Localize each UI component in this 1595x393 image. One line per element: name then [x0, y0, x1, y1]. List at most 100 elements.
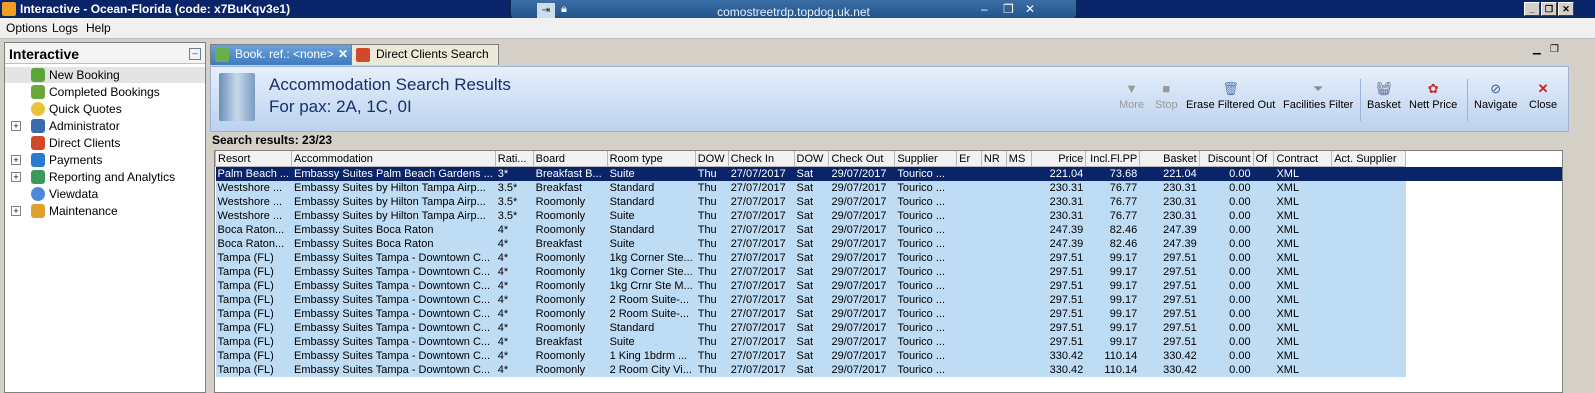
table-cell: Embassy Suites by Hilton Tampa Airp... — [291, 195, 496, 209]
menu-logs[interactable]: Logs — [52, 21, 78, 35]
sidebar-item-reporting[interactable]: + Reporting and Analytics — [5, 169, 205, 185]
table-cell: 297.51 — [1031, 279, 1087, 293]
table-cell — [956, 181, 982, 195]
collapse-icon[interactable]: – — [189, 48, 201, 60]
table-row[interactable]: Westshore ... Embassy Suites by Hilton Ta… — [215, 181, 1562, 195]
table-cell — [1331, 181, 1407, 195]
navigation-sidebar: Interactive – New Booking Completed Book… — [4, 42, 206, 393]
column-header[interactable]: DOW — [793, 151, 830, 167]
erase-filtered-out-button[interactable]: 🗑︎ Erase Filtered Out — [1186, 81, 1275, 111]
table-row[interactable]: Tampa (FL) Embassy Suites Tampa - Downtow… — [215, 251, 1562, 265]
column-header[interactable]: Incl.Fl.PP — [1085, 151, 1141, 167]
maintenance-icon — [31, 204, 45, 218]
column-header[interactable]: Basket — [1139, 151, 1200, 167]
column-header[interactable]: Er — [956, 151, 982, 167]
table-row[interactable]: Tampa (FL) Embassy Suites Tampa - Downtow… — [215, 349, 1562, 363]
table-cell: 0.00 — [1199, 209, 1254, 223]
column-header[interactable]: Contract — [1273, 151, 1333, 167]
table-cell: Roomonly — [533, 195, 608, 209]
column-header[interactable]: Resort — [215, 151, 293, 167]
table-cell: Thu — [695, 251, 729, 265]
column-header[interactable]: Accommodation — [291, 151, 496, 167]
table-cell: 29/07/2017 — [828, 349, 896, 363]
clock-icon — [31, 102, 45, 116]
navigate-button[interactable]: ⊘ Navigate — [1474, 81, 1517, 111]
sidebar-item-administrator[interactable]: + Administrator — [5, 118, 205, 134]
restore-button[interactable]: ❐ — [1541, 2, 1557, 16]
table-cell — [981, 363, 1007, 377]
sidebar-item-quick-quotes[interactable]: Quick Quotes — [5, 101, 205, 117]
nett-price-button[interactable]: ✿ Nett Price — [1409, 81, 1457, 111]
table-row[interactable]: Tampa (FL) Embassy Suites Tampa - Downtow… — [215, 293, 1562, 307]
column-header[interactable]: Act. Supplier — [1331, 151, 1407, 167]
tab-booking[interactable]: Book. ref.: <none> ✕ — [210, 44, 352, 65]
expand-icon[interactable]: + — [11, 155, 21, 165]
more-button[interactable]: ▼ More — [1119, 81, 1144, 111]
table-cell: Roomonly — [533, 307, 608, 321]
table-cell — [981, 307, 1007, 321]
close-tab-icon[interactable]: ✕ — [338, 45, 348, 64]
table-cell — [1331, 209, 1407, 223]
table-row[interactable]: Tampa (FL) Embassy Suites Tampa - Downtow… — [215, 335, 1562, 349]
main-content: Book. ref.: <none> ✕ Direct Clients Sear… — [208, 42, 1595, 393]
column-header[interactable]: Check In — [727, 151, 795, 167]
table-cell: XML — [1273, 335, 1333, 349]
rdp-restore-icon[interactable]: ❐ — [1003, 2, 1014, 16]
close-button[interactable]: ✕ Close — [1529, 81, 1557, 111]
menu-options[interactable]: Options — [6, 21, 47, 35]
table-row[interactable]: Tampa (FL) Embassy Suites Tampa - Downtow… — [215, 307, 1562, 321]
table-row[interactable]: Boca Raton... Embassy Suites Boca Raton 4*… — [215, 237, 1562, 251]
table-row[interactable]: Tampa (FL) Embassy Suites Tampa - Downtow… — [215, 363, 1562, 377]
facilities-filter-button[interactable]: ⏷ Facilities Filter — [1283, 81, 1353, 111]
panel-minimize-icon[interactable]: ▁ — [1533, 44, 1541, 55]
sidebar-item-direct-clients[interactable]: Direct Clients — [5, 135, 205, 151]
column-header[interactable]: Check Out — [828, 151, 896, 167]
table-row[interactable]: Tampa (FL) Embassy Suites Tampa - Downtow… — [215, 321, 1562, 335]
row-filler — [1405, 321, 1562, 335]
tab-direct-clients-search[interactable]: Direct Clients Search — [351, 44, 499, 65]
column-header[interactable]: Room type — [606, 151, 696, 167]
table-cell: 29/07/2017 — [828, 335, 896, 349]
rdp-minimize-icon[interactable]: – — [981, 2, 988, 16]
table-cell: Thu — [695, 223, 729, 237]
table-cell: Westshore ... — [215, 209, 293, 223]
expand-icon[interactable]: + — [11, 121, 21, 131]
table-row[interactable]: Westshore ... Embassy Suites by Hilton Ta… — [215, 209, 1562, 223]
table-cell: 297.51 — [1031, 335, 1087, 349]
results-banner: Accommodation Search Results For pax: 2A… — [210, 66, 1569, 132]
sidebar-item-completed-bookings[interactable]: Completed Bookings — [5, 84, 205, 100]
column-header[interactable]: DOW — [694, 151, 729, 167]
column-header[interactable]: MS — [1005, 151, 1032, 167]
close-window-button[interactable]: ✕ — [1558, 2, 1574, 16]
stop-button[interactable]: ■ Stop — [1155, 81, 1178, 111]
table-cell: 1kg Corner Ste... — [607, 265, 696, 279]
table-row[interactable]: Palm Beach ... Embassy Suites Palm Beach … — [215, 166, 1562, 181]
table-cell: Breakfast B... — [533, 166, 608, 181]
column-header[interactable]: Discount — [1198, 151, 1254, 167]
sidebar-item-viewdata[interactable]: Viewdata — [5, 186, 205, 202]
admin-icon — [31, 119, 45, 133]
menu-help[interactable]: Help — [86, 21, 111, 35]
basket-button[interactable]: 🧺︎ Basket — [1367, 81, 1401, 111]
column-header[interactable]: Board — [532, 151, 608, 167]
sidebar-item-maintenance[interactable]: + Maintenance — [5, 203, 205, 219]
sidebar-item-new-booking[interactable]: New Booking — [5, 67, 205, 83]
column-header[interactable]: NR — [980, 151, 1007, 167]
table-row[interactable]: Boca Raton... Embassy Suites Boca Raton 4*… — [215, 223, 1562, 237]
table-row[interactable]: Tampa (FL) Embassy Suites Tampa - Downtow… — [215, 279, 1562, 293]
table-row[interactable]: Tampa (FL) Embassy Suites Tampa - Downtow… — [215, 265, 1562, 279]
table-cell — [1253, 265, 1275, 279]
column-header[interactable]: Supplier — [894, 151, 958, 167]
minimize-button[interactable]: _ — [1524, 2, 1540, 16]
panel-restore-icon[interactable]: ❐ — [1550, 44, 1559, 55]
table-row[interactable]: Westshore ... Embassy Suites by Hilton Ta… — [215, 195, 1562, 209]
column-header[interactable]: Price — [1030, 151, 1087, 167]
expand-icon[interactable]: + — [11, 172, 21, 182]
table-cell: 99.17 — [1085, 251, 1141, 265]
table-cell: Embassy Suites Tampa - Downtown C... — [291, 363, 496, 377]
column-header[interactable]: Rati... — [494, 151, 534, 167]
sidebar-item-payments[interactable]: + Payments — [5, 152, 205, 168]
expand-icon[interactable]: + — [11, 206, 21, 216]
rdp-close-icon[interactable]: ✕ — [1025, 2, 1035, 16]
column-header[interactable]: Of — [1252, 151, 1275, 167]
